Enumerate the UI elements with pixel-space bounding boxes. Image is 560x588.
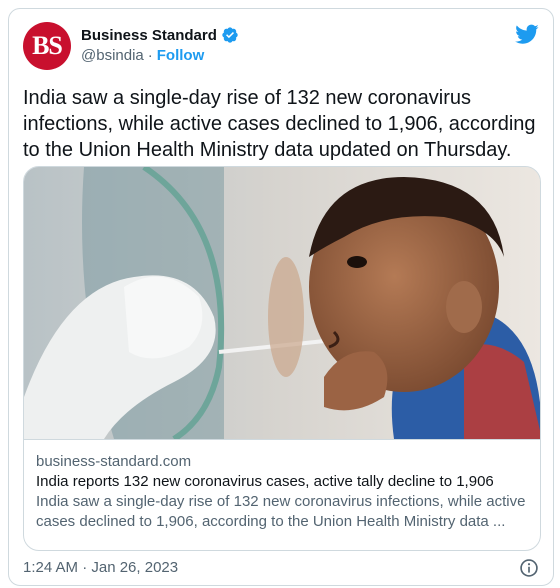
avatar[interactable]: BS	[23, 22, 71, 70]
info-icon[interactable]	[519, 558, 539, 578]
link-title[interactable]: India reports 132 new coronavirus cases,…	[36, 472, 528, 492]
follow-button[interactable]: Follow	[157, 47, 205, 64]
verified-badge-icon	[222, 27, 238, 43]
twitter-bird-icon[interactable]	[515, 22, 539, 46]
tweet-header: BS Business Standard @bsindia · Follow	[23, 22, 539, 74]
link-preview-meta: business-standard.com India reports 132 …	[24, 439, 540, 532]
handle-row: @bsindia · Follow	[81, 47, 239, 64]
separator-dot: ·	[147, 47, 153, 64]
account-info: Business Standard @bsindia · Follow	[81, 26, 239, 64]
preview-photo	[24, 167, 540, 439]
link-domain: business-standard.com	[36, 453, 192, 470]
tweet-footer: 1:24 AM · Jan 26, 2023	[23, 557, 539, 579]
name-row: Business Standard	[81, 26, 239, 44]
link-preview-card[interactable]: business-standard.com India reports 132 …	[23, 166, 541, 551]
tweet-timestamp[interactable]: 1:24 AM · Jan 26, 2023	[23, 559, 178, 576]
avatar-logo-text: BS	[32, 31, 63, 60]
tweet-text: India saw a single-day rise of 132 new c…	[23, 87, 536, 161]
link-preview-image[interactable]	[24, 167, 540, 439]
tweet-embed-card: BS Business Standard @bsindia · Follow I…	[8, 8, 554, 586]
link-description: India saw a single-day rise of 132 new c…	[36, 493, 526, 530]
account-handle[interactable]: @bsindia	[81, 47, 144, 64]
account-name[interactable]: Business Standard	[81, 27, 217, 44]
